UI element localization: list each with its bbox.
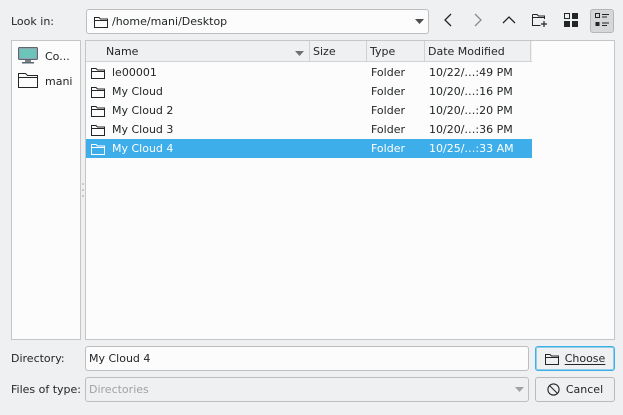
column-header-date[interactable]: Date Modified xyxy=(425,41,531,61)
folder-icon xyxy=(91,105,105,117)
file-name-cell: le00001 xyxy=(86,66,310,79)
table-row[interactable]: My Cloud 2 Folder 10/20/…:20 PM xyxy=(86,101,532,120)
table-row[interactable]: le00001 Folder 10/22/…:49 PM xyxy=(86,63,532,82)
file-type: Folder xyxy=(371,104,405,117)
detail-view-icon xyxy=(595,12,609,30)
forward-button[interactable] xyxy=(466,9,490,33)
file-type: Folder xyxy=(371,142,405,155)
folder-icon xyxy=(91,143,105,155)
icon-view-icon xyxy=(564,12,578,30)
folder-icon xyxy=(91,124,105,136)
file-date: 10/20/…:36 PM xyxy=(429,123,513,136)
file-name: My Cloud 3 xyxy=(112,123,174,136)
place-home[interactable]: mani xyxy=(12,69,80,94)
cancel-button[interactable]: Cancel xyxy=(535,377,615,402)
directory-label: Directory: xyxy=(11,352,65,365)
file-name-cell: My Cloud 2 xyxy=(86,104,310,117)
file-name: My Cloud xyxy=(112,85,163,98)
up-button[interactable] xyxy=(497,9,521,33)
file-date: 10/20/…:20 PM xyxy=(429,104,513,117)
back-button[interactable] xyxy=(436,9,460,33)
places-sidebar[interactable]: Co... mani xyxy=(11,40,81,340)
new-folder-icon xyxy=(532,13,548,30)
column-date-label: Date Modified xyxy=(428,44,505,58)
file-type: Folder xyxy=(371,66,405,79)
file-name: My Cloud 2 xyxy=(112,104,174,117)
place-computer[interactable]: Co... xyxy=(12,44,80,69)
file-list[interactable]: Name Size Type Date Modified le00001 Fold… xyxy=(85,40,615,340)
choose-label: Choose xyxy=(564,352,606,365)
file-rows: le00001 Folder 10/22/…:49 PM My Cloud Folder… xyxy=(86,62,614,158)
files-of-type-combo[interactable]: Directories xyxy=(85,377,529,402)
place-label: Co... xyxy=(45,50,70,63)
directory-value: My Cloud 4 xyxy=(89,352,151,365)
chevron-down-icon xyxy=(510,386,528,393)
folder-icon xyxy=(91,67,105,79)
cancel-label: Cancel xyxy=(565,383,604,396)
column-header-name[interactable]: Name xyxy=(86,41,310,61)
cancel-icon xyxy=(547,383,560,396)
look-in-combo[interactable]: /home/mani/Desktop xyxy=(86,9,429,34)
column-header-size[interactable]: Size xyxy=(310,41,367,61)
folder-icon xyxy=(18,72,38,91)
folder-icon xyxy=(91,86,105,98)
file-date: 10/25/…:33 AM xyxy=(429,142,514,155)
place-label: mani xyxy=(45,75,73,88)
file-name-cell: My Cloud 4 xyxy=(86,142,310,155)
table-row[interactable]: My Cloud Folder 10/20/…:16 PM xyxy=(86,82,532,101)
file-name: le00001 xyxy=(112,66,157,79)
icon-view-button[interactable] xyxy=(559,9,583,33)
new-folder-button[interactable] xyxy=(528,9,552,33)
file-date: 10/22/…:49 PM xyxy=(429,66,513,79)
file-name-cell: My Cloud xyxy=(86,85,310,98)
column-size-label: Size xyxy=(313,44,336,58)
chevron-down-icon xyxy=(410,18,428,25)
look-in-label: Look in: xyxy=(11,15,54,28)
look-in-path: /home/mani/Desktop xyxy=(112,15,228,28)
detail-view-button[interactable] xyxy=(590,9,614,33)
file-name: My Cloud 4 xyxy=(112,142,174,155)
folder-open-icon xyxy=(544,353,559,365)
table-row[interactable]: My Cloud 4 Folder 10/25/…:33 AM xyxy=(86,139,532,158)
files-of-type-value: Directories xyxy=(89,383,149,396)
file-list-header: Name Size Type Date Modified xyxy=(86,41,532,62)
column-header-type[interactable]: Type xyxy=(367,41,425,61)
folder-icon xyxy=(94,16,108,28)
column-type-label: Type xyxy=(370,44,396,58)
column-name-label: Name xyxy=(106,44,139,58)
choose-button[interactable]: Choose xyxy=(535,346,615,371)
chevron-right-icon xyxy=(473,13,483,30)
file-date: 10/20/…:16 PM xyxy=(429,85,513,98)
computer-icon xyxy=(18,46,38,67)
splitter-handle[interactable] xyxy=(82,180,84,200)
file-type: Folder xyxy=(371,85,405,98)
file-name-cell: My Cloud 3 xyxy=(86,123,310,136)
chevron-left-icon xyxy=(443,13,453,30)
directory-input[interactable]: My Cloud 4 xyxy=(85,346,529,371)
file-type: Folder xyxy=(371,123,405,136)
table-row[interactable]: My Cloud 3 Folder 10/20/…:36 PM xyxy=(86,120,532,139)
sort-indicator-icon xyxy=(295,47,304,60)
files-of-type-label: Files of type: xyxy=(11,383,82,396)
chevron-up-icon xyxy=(502,15,516,28)
